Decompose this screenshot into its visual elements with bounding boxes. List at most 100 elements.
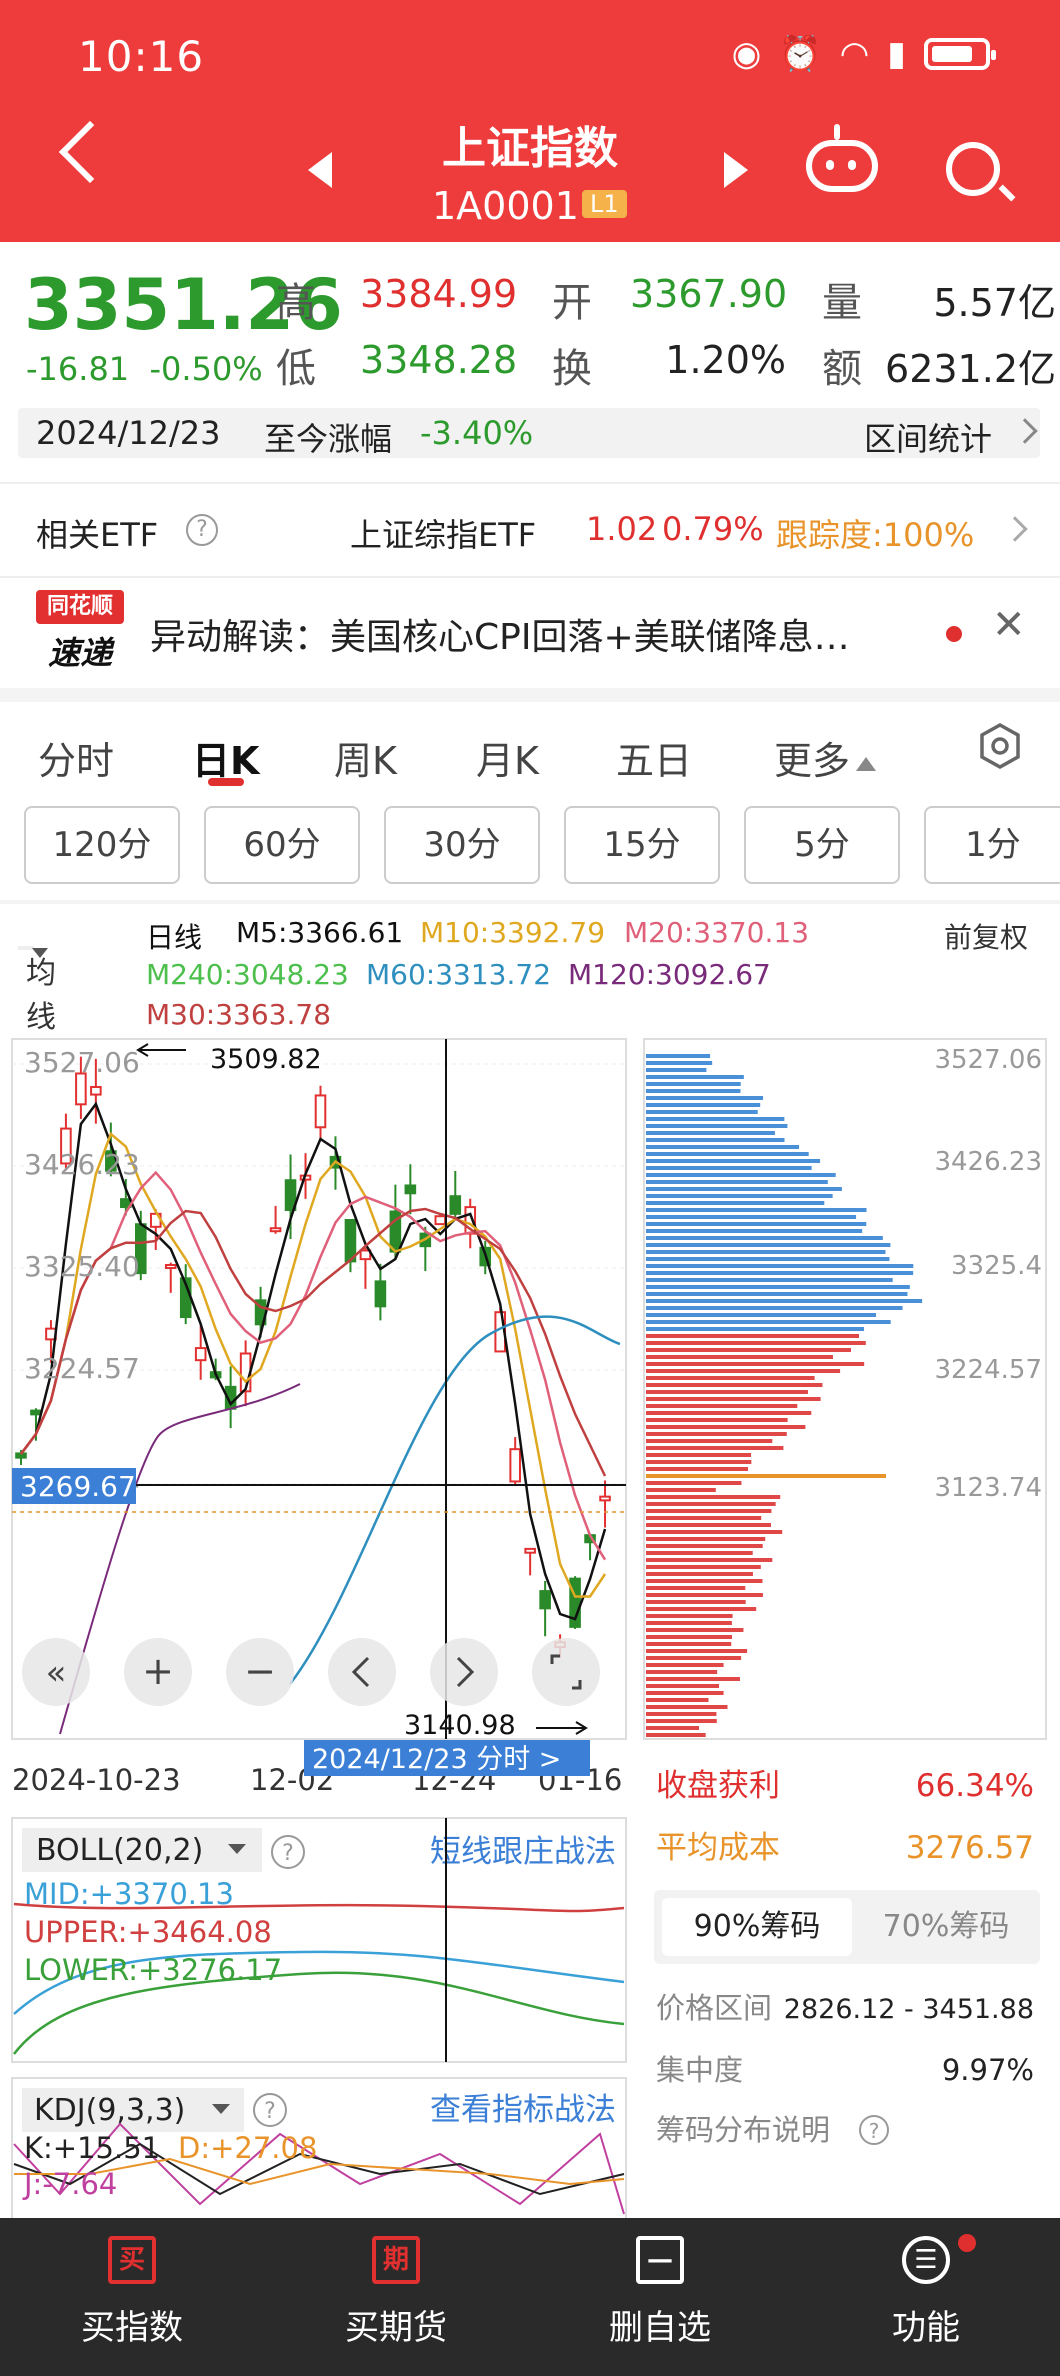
interval-15m-button[interactable]: 15分 [564,806,720,884]
candle-body [374,1280,387,1308]
interval-60m-button[interactable]: 60分 [204,806,360,884]
tab-intraday[interactable]: 分时 [38,730,114,785]
chip-bar [646,1656,742,1660]
chip-bar [646,1502,776,1506]
interval-1m-button[interactable]: 1分 [924,806,1060,884]
chip-bar [646,1418,788,1422]
adjust-mode[interactable]: 前复权 [944,916,1028,956]
news-text[interactable]: 异动解读：美国核心CPI回落+美联储降息… [150,608,850,660]
chip-bar [646,1642,732,1646]
help-icon[interactable]: ? [186,514,218,546]
chip-bar [646,1635,732,1639]
chip-bar [646,1215,857,1219]
robot-icon[interactable] [806,124,878,192]
volume-label: 量 [822,280,862,326]
chip-bar [646,1348,851,1352]
chip-bar [646,1124,788,1128]
pan-left-button[interactable] [328,1638,396,1706]
nav-remove-watchlist[interactable]: — 删自选 [560,2236,760,2349]
ma-legend: 日线 M5:3366.61 M10:3392.79 M20:3370.13 前复… [0,904,1060,1035]
tab-more[interactable]: 更多 [774,730,877,785]
chip-avg-bar [646,1474,886,1478]
page-title: 上证指数 [442,123,618,174]
chip-bar [646,1432,787,1436]
chip-bar [646,1460,752,1464]
kline-chart-area[interactable]: 3527.06 3426.23 3325.40 3224.57 3123.74 3269… [0,1034,1060,2218]
hexagon-settings-icon[interactable] [976,722,1024,770]
tab-daily-k[interactable]: 日K [192,730,259,785]
tab-weekly-k[interactable]: 周K [334,730,397,785]
chip-bar [646,1229,863,1233]
next-stock-icon[interactable] [724,152,748,188]
fullscreen-button[interactable] [532,1638,600,1706]
close-icon[interactable]: ✕ [992,602,1026,648]
chip-bar [646,1684,720,1688]
chip-bar [646,1509,772,1513]
kdj-strategy-link[interactable]: 查看指标战法 [430,2092,616,2128]
ma10-value: M10:3392.79 [420,916,606,949]
chip-bar [646,1334,860,1338]
chip-90-tab[interactable]: 90%筹码 [662,1898,852,1956]
pan-right-button[interactable] [430,1638,498,1706]
plus-icon: + [142,1649,174,1693]
range-stats-bar[interactable]: 2024/12/23 至今涨幅 -3.40% 区间统计 [18,408,1040,458]
kdj-k-value: K:+15.51 [24,2131,160,2165]
candle-body [599,1495,611,1502]
tab-monthly-k[interactable]: 月K [476,730,539,785]
wifi-icon: ◠ [839,34,870,74]
chevron-right-icon [1012,418,1038,444]
chip-bar [646,1138,785,1142]
chip-70-tab[interactable]: 70%筹码 [858,1898,1034,1956]
chip-bar [646,1544,763,1548]
interval-30m-button[interactable]: 30分 [384,806,540,884]
x-label-start: 2024-10-23 [12,1763,181,1797]
volume-value: 5.57亿 [933,281,1056,325]
boll-title: BOLL(20,2) [36,1833,203,1868]
candle-body [314,1094,327,1129]
tab-five-day[interactable]: 五日 [616,730,692,785]
chip-bar [646,1467,748,1471]
nav-functions[interactable]: ☰ 功能 [826,2236,1026,2349]
boll-strategy-link[interactable]: 短线跟庄战法 [430,1834,616,1870]
nav-buy-futures[interactable]: 期 买期货 [296,2236,496,2349]
boll-lower-value: LOWER:+3276.17 [24,1953,282,1987]
chip-bar [646,1201,825,1205]
interval-5m-button[interactable]: 5分 [744,806,900,884]
help-icon-glyph: ? [282,1841,294,1866]
search-icon[interactable] [946,142,1000,196]
chip-bar [646,1103,761,1107]
chip-explain-link[interactable]: 筹码分布说明 [656,2113,830,2147]
chip-bar [646,1369,841,1373]
news-logo: 同花顺 速递 [36,590,124,672]
nav-buy-index[interactable]: 买 买指数 [32,2236,232,2349]
chip-profit-value: 66.34% [916,1768,1034,1804]
chip-bar [646,1194,833,1198]
chip-bar [646,1089,741,1093]
change-pct: -0.50% [149,350,263,388]
related-etf-row[interactable]: 相关ETF ? 上证综指ETF 1.02 0.79% 跟踪度:100% [0,484,1060,576]
double-chevron-left-icon: « [46,1653,67,1693]
chip-bar [646,1726,700,1730]
chip-bar [646,1257,890,1261]
chip-profit-label: 收盘获利 [656,1768,780,1804]
ma120-value: M120:3092.67 [568,958,771,991]
chip-bar [646,1355,833,1359]
amount-value: 6231.2亿 [885,347,1056,391]
chip-bar [646,1376,815,1380]
interval-120m-button[interactable]: 120分 [24,806,180,884]
chip-bar [646,1719,717,1723]
chip-bar [646,1292,908,1296]
help-icon-glyph: ? [869,2119,880,2143]
chip-bar [646,1180,828,1184]
ma-select[interactable]: 均线 [18,946,56,1035]
chip-conc-label: 集中度 [656,2053,743,2087]
chip-bar [646,1523,771,1527]
chip-bar [646,1362,865,1366]
kdj-d-value: D:+27.08 [178,2131,317,2165]
chip-bar [646,1383,823,1387]
news-row[interactable]: 同花顺 速递 异动解读：美国核心CPI回落+美联储降息… ✕ [0,578,1060,688]
chip-bar [646,1320,891,1324]
chip-cost-value: 3276.57 [906,1830,1034,1866]
chip-y-tick: 3224.57 [934,1355,1042,1385]
range-label: 至今涨幅 [264,420,393,458]
